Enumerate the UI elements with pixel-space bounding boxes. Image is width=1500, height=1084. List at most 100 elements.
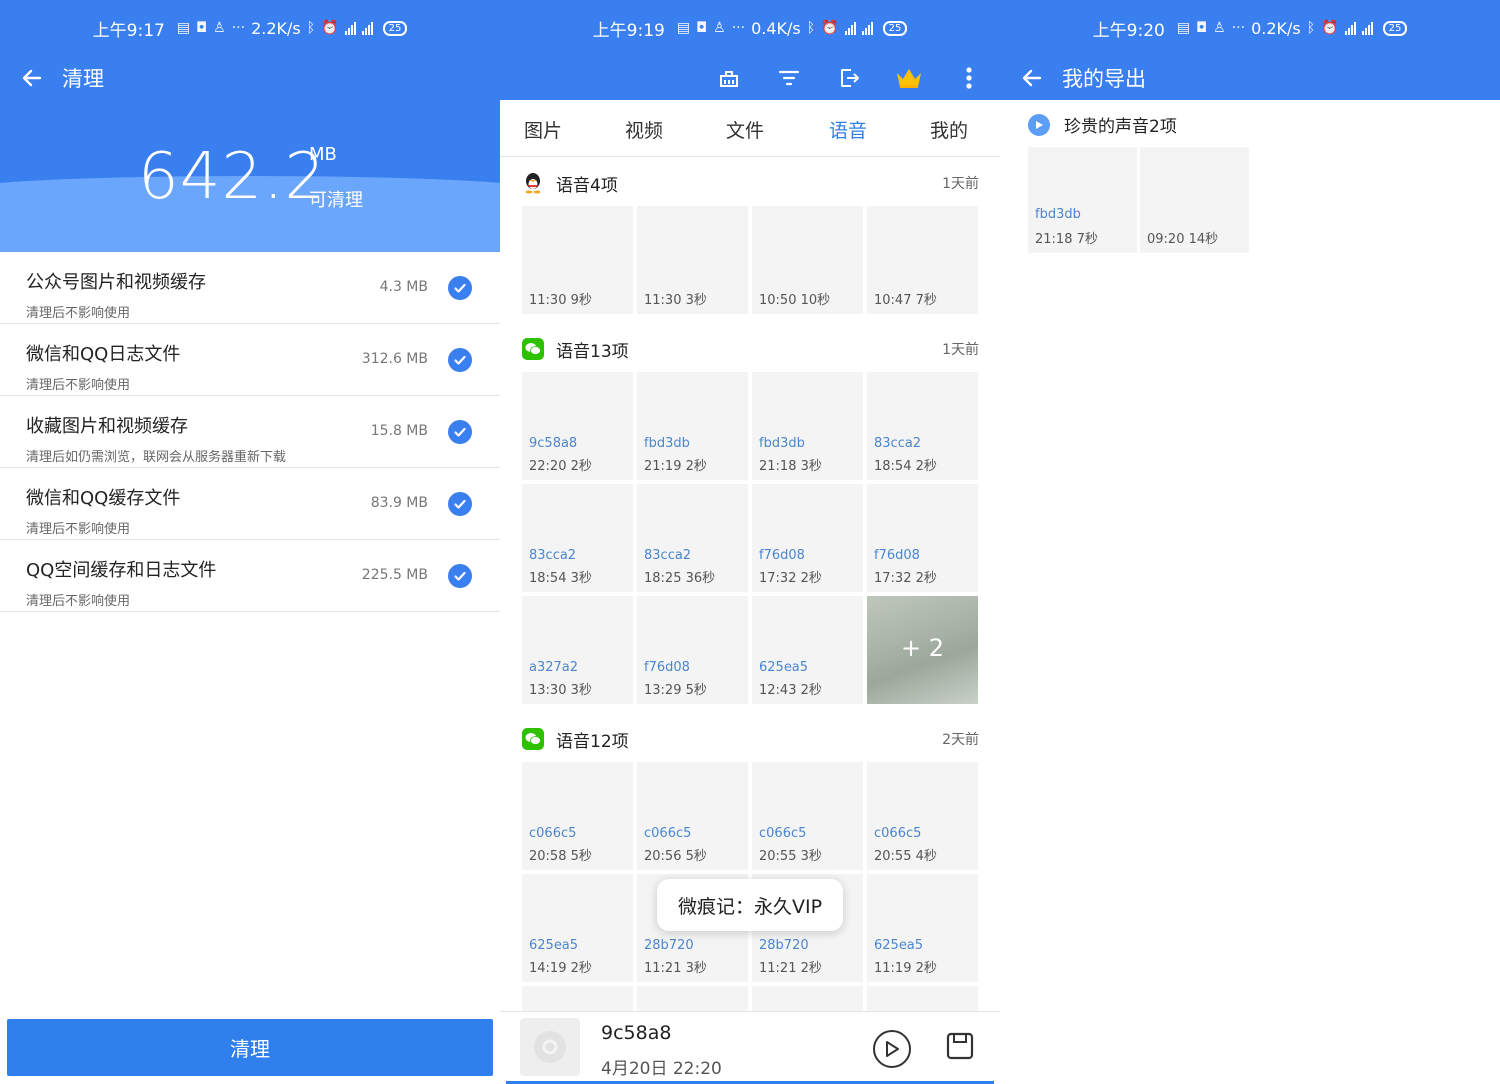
gamepad-icon: ◘ (696, 20, 708, 36)
voice-tile[interactable]: c066c5 20:55 4秒 (867, 762, 978, 870)
signal-icon-2 (1361, 21, 1373, 35)
voice-tile[interactable]: 10:47 7秒 (867, 206, 978, 314)
voice-tile[interactable]: 83cca2 18:25 36秒 (637, 484, 748, 592)
qq-icon (522, 172, 544, 194)
voice-tile[interactable]: fbd3db 21:18 3秒 (752, 372, 863, 480)
cleanable-label: 可清理 (309, 190, 363, 211)
voice-meta: 11:30 9秒 (529, 293, 592, 308)
group-title: 语音13项 (556, 341, 629, 362)
app-bar: 我的导出 (1000, 56, 1500, 100)
tab-0[interactable]: 图片 (524, 116, 562, 143)
tab-3[interactable]: 语音 (829, 116, 867, 143)
voice-meta: 17:32 2秒 (759, 571, 822, 586)
voice-tile[interactable] (637, 986, 748, 1011)
export-icon[interactable] (834, 63, 864, 93)
checkbox-checked-icon[interactable] (448, 564, 472, 588)
alarm-icon: ⏰ (1321, 20, 1339, 36)
voice-tile[interactable]: 625ea5 14:19 2秒 (522, 874, 633, 982)
voice-tile[interactable]: 9c58a8 22:20 2秒 (522, 372, 633, 480)
voice-tile[interactable]: f76d08 17:32 2秒 (867, 484, 978, 592)
gamepad-icon: ◘ (1196, 20, 1208, 36)
status-bar: 上午9:17 ▤ ◘ ♙ ··· 2.2K/s ᛒ ⏰ 25 (0, 0, 500, 56)
checkbox-checked-icon[interactable] (448, 276, 472, 300)
app-bar (500, 56, 1000, 100)
save-icon[interactable] (946, 1032, 974, 1060)
voice-meta: 22:20 2秒 (529, 459, 592, 474)
battery-icon: 25 (1382, 20, 1408, 36)
bluetooth-icon: ᛒ (806, 20, 816, 36)
voice-meta: 18:54 3秒 (529, 571, 592, 586)
voice-meta: 20:55 3秒 (759, 849, 822, 864)
voice-meta: 20:58 5秒 (529, 849, 592, 864)
voice-meta: 10:50 10秒 (759, 293, 831, 308)
vip-crown-icon[interactable] (894, 63, 924, 93)
voice-tile[interactable]: c066c5 20:55 3秒 (752, 762, 863, 870)
checkbox-checked-icon[interactable] (448, 348, 472, 372)
group-header[interactable]: 语音4项 1天前 (522, 168, 979, 198)
group-header[interactable]: 语音12项 2天前 (522, 724, 979, 754)
clean-item[interactable]: 微信和QQ日志文件 清理后不影响使用 312.6 MB (0, 324, 500, 396)
voice-id: 83cca2 (644, 548, 692, 563)
export-voice-tile[interactable]: fbd3db 21:18 7秒 (1028, 147, 1137, 253)
play-icon[interactable] (873, 1030, 911, 1068)
voice-play-icon (1028, 113, 1050, 136)
group-title: 语音4项 (556, 175, 618, 196)
voice-tile[interactable] (752, 986, 863, 1011)
voice-id: fbd3db (644, 436, 690, 451)
signal-icon-2 (361, 21, 373, 35)
tab-1[interactable]: 视频 (625, 116, 663, 143)
filter-icon[interactable] (774, 63, 804, 93)
voice-tile[interactable]: 83cca2 18:54 3秒 (522, 484, 633, 592)
user-icon: ♙ (1213, 20, 1226, 36)
voice-meta: 10:47 7秒 (874, 293, 937, 308)
tab-2[interactable]: 文件 (726, 116, 764, 143)
voice-tile[interactable]: 625ea5 11:19 2秒 (867, 874, 978, 982)
voice-tile[interactable] (522, 986, 633, 1011)
status-time: 上午9:20 (1092, 20, 1165, 41)
voice-tile[interactable]: 11:30 3秒 (637, 206, 748, 314)
export-voice-tile[interactable]: 09:20 14秒 (1140, 147, 1249, 253)
voice-tile[interactable]: 10:50 10秒 (752, 206, 863, 314)
message-icon: ▤ (176, 20, 191, 36)
voice-tile[interactable]: f76d08 17:32 2秒 (752, 484, 863, 592)
more-dots-icon: ··· (1231, 20, 1246, 36)
checkbox-checked-icon[interactable] (448, 420, 472, 444)
network-speed: 2.2K/s (251, 18, 301, 38)
voice-meta: 20:56 5秒 (644, 849, 707, 864)
more-items-tile[interactable]: + 2 (867, 596, 978, 704)
voice-meta: 09:20 14秒 (1147, 232, 1219, 247)
clean-basket-icon[interactable] (714, 63, 744, 93)
vip-toast: 微痕记：永久VIP (657, 879, 843, 931)
voice-tile[interactable]: f76d08 13:29 5秒 (637, 596, 748, 704)
battery-icon: 25 (882, 20, 908, 36)
voice-tile[interactable]: c066c5 20:58 5秒 (522, 762, 633, 870)
voice-tile[interactable]: 625ea5 12:43 2秒 (752, 596, 863, 704)
tab-4[interactable]: 我的 (930, 116, 968, 143)
voice-id: a327a2 (529, 660, 579, 675)
back-arrow-icon[interactable] (16, 62, 48, 94)
player-track-name: 9c58a8 (601, 1022, 672, 1044)
clean-item[interactable]: QQ空间缓存和日志文件 清理后不影响使用 225.5 MB (0, 540, 500, 612)
clean-item-subtitle: 清理后不影响使用 (26, 306, 131, 321)
clean-item[interactable]: 微信和QQ缓存文件 清理后不影响使用 83.9 MB (0, 468, 500, 540)
status-time: 上午9:17 (92, 20, 165, 41)
voice-tile[interactable]: 83cca2 18:54 2秒 (867, 372, 978, 480)
clean-item[interactable]: 公众号图片和视频缓存 清理后不影响使用 4.3 MB (0, 252, 500, 324)
voice-tile[interactable]: 11:30 9秒 (522, 206, 633, 314)
voice-tile[interactable]: a327a2 13:30 3秒 (522, 596, 633, 704)
voice-tile[interactable]: c066c5 20:56 5秒 (637, 762, 748, 870)
clean-item-subtitle: 清理后不影响使用 (26, 594, 131, 609)
gamepad-icon: ◘ (196, 20, 208, 36)
checkbox-checked-icon[interactable] (448, 492, 472, 516)
back-arrow-icon[interactable] (1016, 62, 1048, 94)
more-dots-icon: ··· (231, 20, 246, 36)
voice-tile[interactable]: fbd3db 21:19 2秒 (637, 372, 748, 480)
clean-item[interactable]: 收藏图片和视频缓存 清理后如仍需浏览，联网会从服务器重新下载 15.8 MB (0, 396, 500, 468)
group-header[interactable]: 语音13项 1天前 (522, 334, 979, 364)
voice-meta: 11:30 3秒 (644, 293, 707, 308)
clean-button[interactable]: 清理 (7, 1019, 493, 1076)
disc-cover-icon (520, 1018, 580, 1076)
voice-id: c066c5 (759, 826, 807, 841)
voice-tile[interactable] (867, 986, 978, 1011)
more-menu-icon[interactable] (954, 63, 984, 93)
